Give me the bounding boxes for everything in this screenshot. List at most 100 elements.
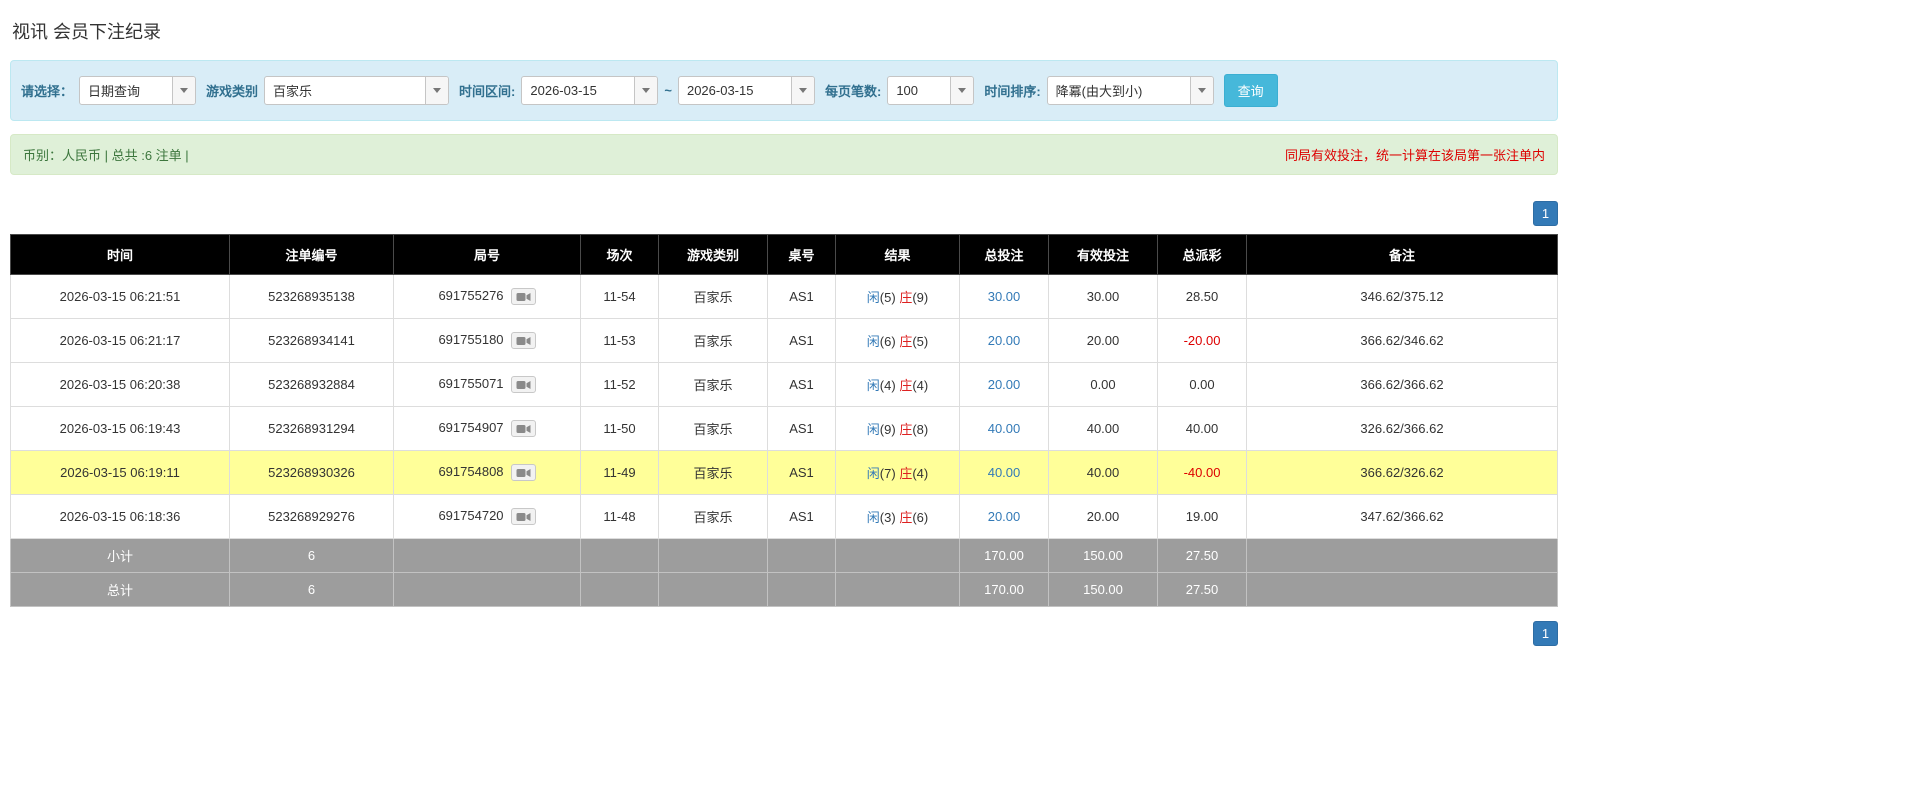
date-range-label: 时间区间: (459, 84, 516, 99)
video-camera-icon (516, 379, 531, 394)
column-header: 备注 (1246, 234, 1558, 275)
cell-total-bet[interactable]: 20.00 (959, 362, 1049, 407)
round-video-button[interactable] (510, 288, 536, 306)
table-row: 2026-03-15 06:20:38 523268932884 691755071… (10, 362, 1558, 407)
footer-total-bet: 170.00 (959, 572, 1049, 607)
page-button[interactable]: 1 (1533, 201, 1558, 226)
cell-time: 2026-03-15 06:18:36 (10, 494, 230, 539)
cell-bet-id: 523268930326 (229, 450, 394, 495)
round-video-button[interactable] (510, 464, 536, 482)
cell-payout: 0.00 (1157, 362, 1247, 407)
cell-time: 2026-03-15 06:19:11 (10, 450, 230, 495)
result-banker-score: (5) (912, 334, 929, 349)
result-player-label: 闲 (866, 290, 880, 305)
sort-order-label: 时间排序: (984, 84, 1041, 99)
cell-time: 2026-03-15 06:19:43 (10, 406, 230, 451)
select-type-label: 请选择： (21, 84, 74, 99)
page-button[interactable]: 1 (1533, 621, 1558, 646)
footer-note (1246, 538, 1558, 573)
footer-table-no (767, 572, 836, 607)
date-from-dropdown-button[interactable] (634, 77, 658, 104)
sort-order-input[interactable] (1047, 77, 1190, 104)
column-header: 总派彩 (1157, 234, 1247, 275)
chevron-down-icon (1197, 88, 1206, 93)
total-bet-link[interactable]: 20.00 (988, 377, 1021, 392)
result-banker-score: (9) (912, 290, 929, 305)
cell-result: 闲(7) 庄(4) (835, 450, 960, 495)
cell-bet-id: 523268935138 (229, 274, 394, 319)
cell-table-no: AS1 (767, 318, 836, 363)
game-type-label: 游戏类别 (206, 84, 259, 99)
result-banker-score: (6) (912, 510, 929, 525)
game-type-dropdown-button[interactable] (425, 77, 449, 104)
cell-round-id: 691754808 (393, 450, 581, 495)
cell-total-bet[interactable]: 40.00 (959, 450, 1049, 495)
footer-payout: 27.50 (1157, 538, 1247, 573)
game-type-input[interactable] (265, 77, 426, 104)
per-page-dropdown-button[interactable] (950, 77, 974, 104)
footer-session (580, 572, 659, 607)
cell-result: 闲(3) 庄(6) (835, 494, 960, 539)
footer-session (580, 538, 659, 573)
date-to-input[interactable] (678, 77, 791, 104)
table-row: 2026-03-15 06:18:36 523268929276 691754720… (10, 494, 1558, 539)
total-bet-link[interactable]: 40.00 (988, 465, 1021, 480)
result-player-score: (6) (879, 334, 896, 349)
cell-total-bet[interactable]: 40.00 (959, 406, 1049, 451)
column-header: 场次 (580, 234, 659, 275)
cell-payout: -40.00 (1157, 450, 1247, 495)
cell-note: 347.62/366.62 (1246, 494, 1558, 539)
date-from-combobox (521, 76, 659, 105)
cell-valid-bet: 20.00 (1048, 494, 1158, 539)
cell-game-type: 百家乐 (658, 406, 768, 451)
game-type-combobox (264, 76, 450, 105)
cell-note: 326.62/366.62 (1246, 406, 1558, 451)
round-video-button[interactable] (510, 332, 536, 350)
round-video-button[interactable] (510, 508, 536, 526)
chevron-down-icon (433, 88, 442, 93)
column-header: 桌号 (767, 234, 836, 275)
cell-total-bet[interactable]: 30.00 (959, 274, 1049, 319)
result-player-label: 闲 (866, 422, 880, 437)
cell-game-type: 百家乐 (658, 318, 768, 363)
result-banker-label: 庄 (899, 378, 913, 393)
page-container: 视讯 会员下注纪录 请选择： 游戏类别 时间区间: ~ 每页笔数: 时间排序: (10, 0, 1558, 646)
summary-notice-text: 同局有效投注，统一计算在该局第一张注单内 (1284, 148, 1545, 163)
cell-game-type: 百家乐 (658, 362, 768, 407)
cell-session: 11-52 (580, 362, 659, 407)
cell-bet-id: 523268932884 (229, 362, 394, 407)
cell-note: 366.62/326.62 (1246, 450, 1558, 495)
round-number: 691754720 (438, 507, 504, 523)
result-banker-label: 庄 (899, 510, 913, 525)
cell-payout: -20.00 (1157, 318, 1247, 363)
video-camera-icon (516, 511, 531, 526)
cell-total-bet[interactable]: 20.00 (959, 318, 1049, 363)
date-to-dropdown-button[interactable] (790, 77, 814, 104)
result-player-score: (3) (879, 510, 896, 525)
date-from-input[interactable] (522, 77, 635, 104)
result-player-score: (7) (879, 466, 896, 481)
per-page-input[interactable] (888, 77, 951, 104)
result-player-score: (4) (879, 378, 896, 393)
round-video-button[interactable] (510, 376, 536, 394)
cell-payout: 40.00 (1157, 406, 1247, 451)
result-banker-label: 庄 (899, 290, 913, 305)
cell-bet-id: 523268931294 (229, 406, 394, 451)
total-bet-link[interactable]: 20.00 (988, 333, 1021, 348)
video-camera-icon (516, 423, 531, 438)
cell-session: 11-54 (580, 274, 659, 319)
cell-time: 2026-03-15 06:21:51 (10, 274, 230, 319)
table-footer-row: 小计 6 170.00 150.00 27.50 (10, 538, 1558, 573)
cell-total-bet[interactable]: 20.00 (959, 494, 1049, 539)
select-type-dropdown-button[interactable] (172, 77, 196, 104)
sort-order-dropdown-button[interactable] (1189, 77, 1213, 104)
result-player-score: (9) (879, 422, 896, 437)
total-bet-link[interactable]: 40.00 (988, 421, 1021, 436)
search-button[interactable]: 查询 (1223, 74, 1278, 107)
total-bet-link[interactable]: 20.00 (988, 509, 1021, 524)
total-bet-link[interactable]: 30.00 (988, 289, 1021, 304)
cell-note: 366.62/346.62 (1246, 318, 1558, 363)
round-video-button[interactable] (510, 420, 536, 438)
table-row: 2026-03-15 06:21:17 523268934141 691755180… (10, 318, 1558, 363)
select-type-input[interactable] (80, 77, 173, 104)
